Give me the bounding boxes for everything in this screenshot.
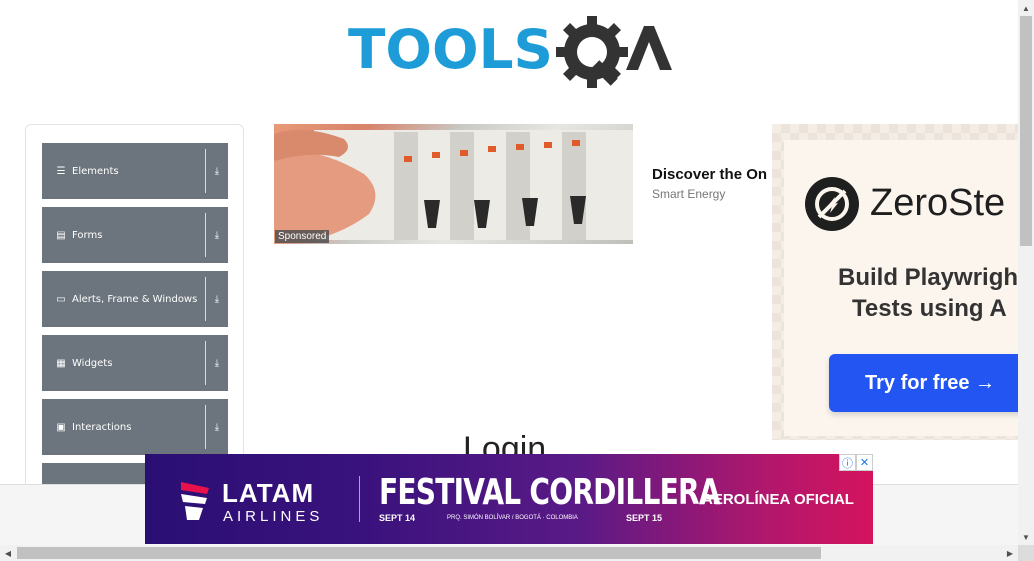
zerostep-logo-icon xyxy=(805,177,859,231)
hamburger-icon: ☰ xyxy=(56,165,66,177)
scroll-left-icon[interactable]: ◀ xyxy=(0,545,16,561)
sidebar-group-alerts[interactable]: ▭ Alerts, Frame & Windows ⤓ xyxy=(42,271,228,327)
svg-text:TOOLS: TOOLS xyxy=(348,18,553,81)
scroll-up-icon[interactable]: ▲ xyxy=(1018,0,1034,16)
vertical-scrollbar[interactable]: ▲ ▼ xyxy=(1018,0,1034,545)
ad-brand: ZeroSte xyxy=(870,182,1006,224)
horizontal-scrollbar[interactable]: ◀ ▶ xyxy=(0,545,1018,561)
toolsqa-logo-graphic: TOOLS xyxy=(348,16,672,88)
event-title: FESTIVAL CORDILLERA xyxy=(379,472,721,513)
ad-tagline: Build Playwrigh xyxy=(838,264,1018,291)
scroll-right-icon[interactable]: ▶ xyxy=(1002,545,1018,561)
sidebar-group-label: Interactions xyxy=(72,421,132,433)
ad-title[interactable]: Discover the On xyxy=(652,166,774,183)
sidebar-group-label: Forms xyxy=(72,229,103,241)
document-icon: ▤ xyxy=(56,229,66,241)
latam-logo-icon xyxy=(179,474,211,522)
latam-ad[interactable]: ⓘ ✕ LATAM AIRLINES FESTIVAL CORDILLERA S… xyxy=(145,454,873,544)
horizontal-scroll-thumb[interactable] xyxy=(17,547,821,559)
sponsored-badge: Sponsored xyxy=(275,230,330,243)
page: TOOLS ☰ Elements ⤓ ▤ Forms ⤓ ▭ Alerts, F… xyxy=(0,0,1034,561)
grid-icon: ▦ xyxy=(56,357,66,369)
latam-sub: AIRLINES xyxy=(223,508,324,525)
ad-tagline: Tests using A xyxy=(852,295,1007,322)
sidebar-group-forms[interactable]: ▤ Forms ⤓ xyxy=(42,207,228,263)
latam-brand: LATAM xyxy=(222,478,315,508)
scroll-down-icon[interactable]: ▼ xyxy=(1018,529,1034,545)
event-date-end: SEPT 15 xyxy=(626,513,663,523)
info-icon[interactable]: ⓘ xyxy=(839,454,856,471)
sidebar-group-label: Alerts, Frame & Windows xyxy=(72,293,198,305)
sidebar-group-interactions[interactable]: ▣ Interactions ⤓ xyxy=(42,399,228,455)
sidebar-group-widgets[interactable]: ▦ Widgets ⤓ xyxy=(42,335,228,391)
toolsqa-logo[interactable]: TOOLS xyxy=(348,16,672,90)
event-location: PRQ. SIMÓN BOLÍVAR / BOGOTÁ · COLOMBIA xyxy=(447,515,578,521)
try-for-free-button[interactable]: Try for free → xyxy=(829,354,1018,412)
download-arrow-icon[interactable]: ⤓ xyxy=(206,230,228,241)
event-date-start: SEPT 14 xyxy=(379,513,416,523)
vertical-scroll-thumb[interactable] xyxy=(1020,16,1032,246)
scrollbar-corner xyxy=(1018,545,1034,561)
close-icon[interactable]: ✕ xyxy=(856,454,873,471)
download-arrow-icon[interactable]: ⤓ xyxy=(206,166,228,177)
download-arrow-icon[interactable]: ⤓ xyxy=(206,294,228,305)
interaction-icon: ▣ xyxy=(56,421,66,433)
ad-brand[interactable]: Smart Energy xyxy=(652,187,725,201)
sidebar-group-elements[interactable]: ☰ Elements ⤓ xyxy=(42,143,228,199)
divider xyxy=(359,476,360,522)
ad-choices[interactable]: ⓘ ✕ xyxy=(839,454,873,471)
sidebar: ☰ Elements ⤓ ▤ Forms ⤓ ▭ Alerts, Frame &… xyxy=(25,124,244,504)
sidebar-group-label: Elements xyxy=(72,165,119,177)
ad-image[interactable]: Sponsored xyxy=(274,124,633,244)
ad-tag: AEROLÍNEA OFICIAL xyxy=(702,491,854,508)
download-arrow-icon[interactable]: ⤓ xyxy=(206,358,228,369)
breaker-panel-image xyxy=(274,130,633,244)
window-icon: ▭ xyxy=(56,293,66,305)
download-arrow-icon[interactable]: ⤓ xyxy=(206,422,228,433)
sidebar-group-label: Widgets xyxy=(72,357,113,369)
zerostep-ad[interactable]: ZeroSte Build Playwrigh Tests using A Tr… xyxy=(772,124,1018,440)
sponsored-ad[interactable]: Sponsored Discover the On Smart Energy xyxy=(274,124,774,246)
